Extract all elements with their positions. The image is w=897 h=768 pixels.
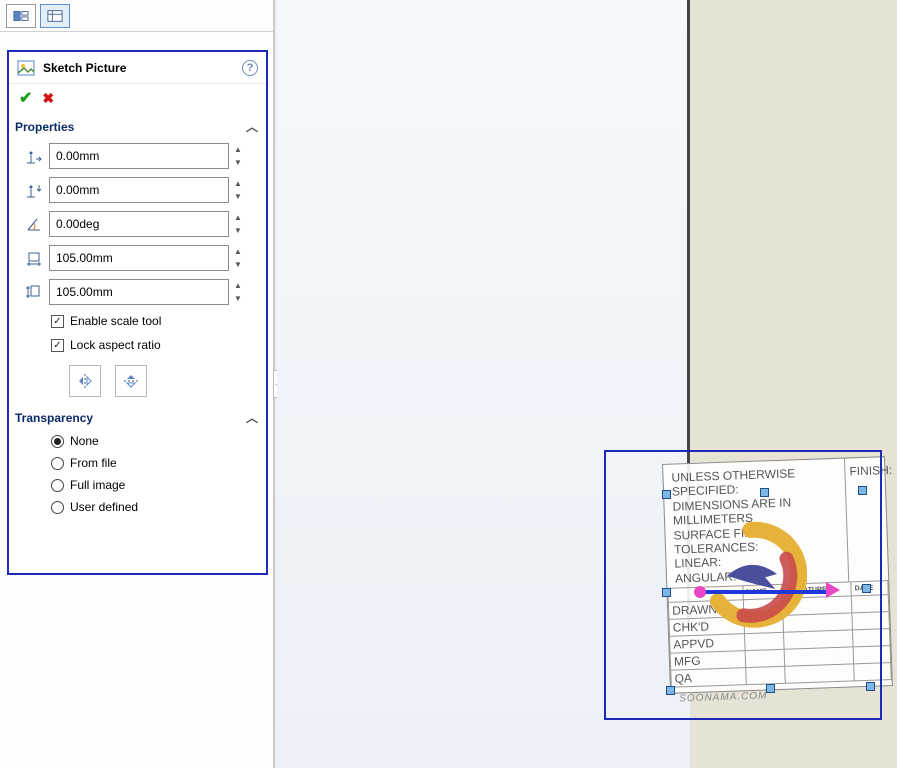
scale-tool-arrowhead[interactable] bbox=[826, 582, 840, 598]
input-height[interactable] bbox=[49, 279, 229, 305]
radio-row-none[interactable]: None bbox=[9, 430, 266, 452]
resize-handle-ne[interactable] bbox=[858, 486, 867, 495]
row-width: ▲▼ bbox=[9, 241, 266, 275]
tab-feature-manager[interactable] bbox=[6, 4, 36, 28]
flip-vertical-icon bbox=[122, 372, 140, 390]
radio-full-image[interactable] bbox=[51, 479, 64, 492]
row-y: ▲▼ bbox=[9, 173, 266, 207]
panel-header: Sketch Picture ? bbox=[9, 52, 266, 84]
resize-handle-e[interactable] bbox=[862, 584, 871, 593]
section-transparency-header[interactable]: Transparency ︿ bbox=[9, 403, 266, 430]
spinner-angle[interactable]: ▲▼ bbox=[231, 211, 245, 237]
resize-handle-sw[interactable] bbox=[666, 686, 675, 695]
angle-icon bbox=[25, 215, 43, 233]
panel-tabbar bbox=[0, 0, 273, 32]
flip-vertical-button[interactable] bbox=[115, 365, 147, 397]
spinner-y[interactable]: ▲▼ bbox=[231, 177, 245, 203]
input-width[interactable] bbox=[49, 245, 229, 271]
property-manager-icon bbox=[47, 9, 63, 23]
origin-x-icon bbox=[25, 147, 43, 165]
resize-handle-n[interactable] bbox=[760, 488, 769, 497]
input-x[interactable] bbox=[49, 143, 229, 169]
picture-icon bbox=[17, 60, 35, 76]
flip-buttons bbox=[9, 357, 266, 403]
spinner-x[interactable]: ▲▼ bbox=[231, 143, 245, 169]
ok-button[interactable]: ✔ bbox=[19, 88, 32, 108]
radio-label-none: None bbox=[70, 434, 99, 448]
radio-user-defined[interactable] bbox=[51, 501, 64, 514]
sketch-picture-panel: Sketch Picture ? ✔ ✖ Properties ︿ ▲▼ ▲▼ … bbox=[7, 50, 268, 575]
radio-label-from-file: From file bbox=[70, 456, 117, 470]
origin-y-icon bbox=[25, 181, 43, 199]
section-properties-label: Properties bbox=[15, 120, 74, 134]
panel-title: Sketch Picture bbox=[43, 61, 242, 75]
label-enable-scale-tool: Enable scale tool bbox=[70, 314, 161, 328]
help-icon[interactable]: ? bbox=[242, 60, 258, 76]
property-panel: Sketch Picture ? ✔ ✖ Properties ︿ ▲▼ ▲▼ … bbox=[0, 0, 275, 768]
resize-handle-se[interactable] bbox=[866, 682, 875, 691]
input-angle[interactable] bbox=[49, 211, 229, 237]
row-lock-aspect-ratio[interactable]: ✓ Lock aspect ratio bbox=[9, 333, 266, 357]
section-transparency-label: Transparency bbox=[15, 411, 93, 425]
radio-row-full-image[interactable]: Full image bbox=[9, 474, 266, 496]
height-icon bbox=[25, 283, 43, 301]
scale-tool-line[interactable] bbox=[700, 590, 830, 594]
row-angle: ▲▼ bbox=[9, 207, 266, 241]
confirm-row: ✔ ✖ bbox=[9, 84, 266, 112]
flip-horizontal-button[interactable] bbox=[69, 365, 101, 397]
chevron-up-icon: ︿ bbox=[246, 409, 258, 426]
width-icon bbox=[25, 249, 43, 267]
radio-from-file[interactable] bbox=[51, 457, 64, 470]
selection-bounding-box bbox=[604, 450, 882, 720]
checkbox-enable-scale-tool[interactable]: ✓ bbox=[51, 315, 64, 328]
spinner-width[interactable]: ▲▼ bbox=[231, 245, 245, 271]
input-y[interactable] bbox=[49, 177, 229, 203]
flip-horizontal-icon bbox=[76, 372, 94, 390]
row-height: ▲▼ bbox=[9, 275, 266, 309]
radio-row-user-defined[interactable]: User defined bbox=[9, 496, 266, 518]
tab-property-manager[interactable] bbox=[40, 4, 70, 28]
resize-handle-s[interactable] bbox=[766, 684, 775, 693]
section-properties-header[interactable]: Properties ︿ bbox=[9, 112, 266, 139]
row-enable-scale-tool[interactable]: ✓ Enable scale tool bbox=[9, 309, 266, 333]
radio-label-user-defined: User defined bbox=[70, 500, 138, 514]
chevron-up-icon: ︿ bbox=[246, 118, 258, 135]
scale-tool-origin[interactable] bbox=[694, 586, 706, 598]
row-x: ▲▼ bbox=[9, 139, 266, 173]
resize-handle-w[interactable] bbox=[662, 588, 671, 597]
resize-handle-nw[interactable] bbox=[662, 490, 671, 499]
radio-row-from-file[interactable]: From file bbox=[9, 452, 266, 474]
checkbox-lock-aspect-ratio[interactable]: ✓ bbox=[51, 339, 64, 352]
radio-none[interactable] bbox=[51, 435, 64, 448]
spinner-height[interactable]: ▲▼ bbox=[231, 279, 245, 305]
label-lock-aspect-ratio: Lock aspect ratio bbox=[70, 338, 161, 352]
feature-manager-icon bbox=[13, 9, 29, 23]
radio-label-full-image: Full image bbox=[70, 478, 125, 492]
cancel-button[interactable]: ✖ bbox=[42, 90, 54, 107]
